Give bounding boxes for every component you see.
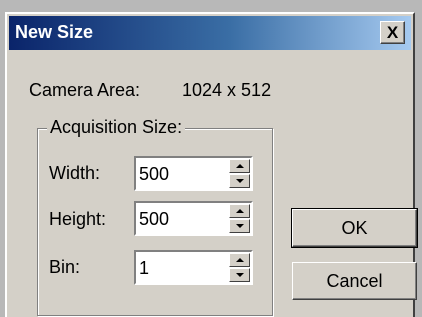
bin-spinbox [134, 250, 253, 285]
new-size-dialog: New Size X Camera Area: 1024 x 512 Acqui… [5, 12, 418, 317]
width-label: Width: [49, 163, 101, 183]
cancel-button[interactable]: Cancel [292, 262, 417, 300]
width-increment-button[interactable] [229, 159, 250, 173]
dialog-title: New Size [15, 22, 94, 42]
close-icon: X [386, 23, 399, 42]
bin-spinner [229, 253, 250, 282]
title-bar[interactable]: New Size X [9, 16, 411, 50]
bin-input[interactable] [139, 255, 219, 281]
arrow-up-icon [236, 258, 244, 262]
close-button[interactable]: X [380, 21, 405, 44]
height-label: Height: [49, 209, 107, 229]
width-spinbox [134, 156, 253, 191]
camera-area-label: Camera Area: [29, 80, 141, 100]
bin-decrement-button[interactable] [229, 268, 250, 282]
arrow-up-icon [236, 209, 244, 213]
width-input[interactable] [139, 161, 219, 187]
width-spinner [229, 159, 250, 188]
height-spinner [229, 204, 250, 233]
width-decrement-button[interactable] [229, 174, 250, 188]
arrow-down-icon [236, 273, 244, 277]
arrow-down-icon [236, 179, 244, 183]
bin-label: Bin: [49, 257, 81, 277]
height-decrement-button[interactable] [229, 219, 250, 233]
bin-increment-button[interactable] [229, 253, 250, 267]
height-spinbox [134, 201, 253, 236]
camera-area-value: 1024 x 512 [182, 80, 272, 100]
height-input[interactable] [139, 206, 219, 232]
arrow-up-icon [236, 164, 244, 168]
acquisition-size-group-label: Acquisition Size: [47, 117, 186, 138]
ok-button[interactable]: OK [291, 208, 418, 248]
arrow-down-icon [236, 224, 244, 228]
height-increment-button[interactable] [229, 204, 250, 218]
